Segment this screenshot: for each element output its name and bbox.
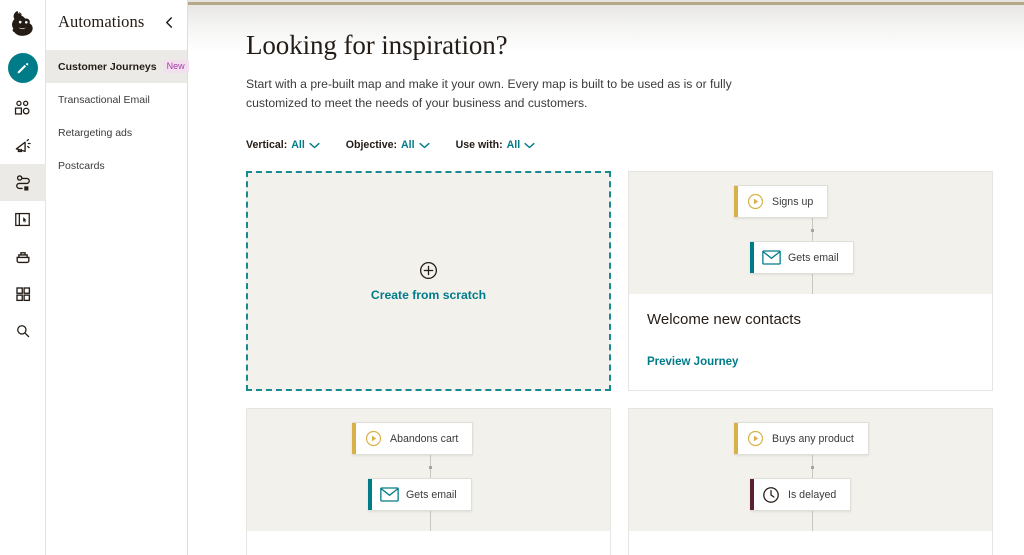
journey-preview: Abandons cart Gets email [247, 409, 610, 531]
node-accent-bar [734, 186, 738, 217]
sidebar-item-customer-journeys[interactable]: Customer Journeys New [46, 50, 189, 83]
preview-journey-link[interactable]: Preview Journey [647, 356, 738, 368]
sidebar-item-label: Retargeting ads [58, 126, 133, 139]
journey-card-buys-any-product[interactable]: Buys any product Is delayed [628, 408, 993, 555]
journey-card-grid: Create from scratch Signs up Gets email … [246, 171, 993, 555]
filter-label: Objective: [345, 139, 398, 151]
sidebar-item-postcards[interactable]: Postcards [46, 149, 187, 182]
journey-card-body [247, 531, 610, 555]
mailchimp-freddie-logo[interactable] [0, 0, 46, 46]
filter-value: All [401, 139, 415, 151]
play-circle-icon [744, 430, 766, 447]
node-label: Abandons cart [390, 432, 459, 445]
node-label: Gets email [406, 488, 457, 501]
search-icon[interactable] [0, 312, 46, 349]
journey-node-action[interactable]: Gets email [750, 241, 854, 274]
journey-card-welcome-new-contacts[interactable]: Signs up Gets email Welcome new contacts… [628, 171, 993, 391]
automations-icon[interactable] [0, 164, 46, 201]
flow-connector-dot [811, 229, 814, 232]
node-label: Buys any product [772, 432, 854, 445]
filter-objective[interactable]: Objective: All [346, 139, 430, 151]
create-pencil-circle [7, 53, 38, 83]
node-accent-bar [352, 423, 356, 454]
node-label: Is delayed [788, 488, 837, 501]
apps-grid-icon[interactable] [0, 275, 46, 312]
chevron-down-icon [524, 142, 535, 149]
journey-node-trigger[interactable]: Buys any product [734, 422, 869, 455]
plus-circle-icon [419, 261, 438, 280]
journey-card-body [629, 531, 992, 555]
create-pencil-icon[interactable] [0, 46, 46, 90]
node-accent-bar [734, 423, 738, 454]
filter-value: All [506, 139, 521, 151]
journey-node-trigger[interactable]: Signs up [734, 185, 829, 218]
page-subtitle: Start with a pre-built map and make it y… [246, 77, 732, 110]
sidebar-nav-list: Customer Journeys New Transactional Emai… [46, 44, 189, 182]
icon-rail [0, 0, 46, 555]
chevron-down-icon [309, 142, 320, 149]
campaigns-megaphone-icon[interactable] [0, 127, 46, 164]
filter-use-with[interactable]: Use with: All [456, 139, 536, 151]
create-from-scratch-label: Create from scratch [370, 287, 487, 302]
main-content: Looking for inspiration? Start with a pr… [188, 0, 1024, 555]
journey-card-body: Welcome new contacts Preview Journey [629, 294, 992, 390]
journey-card-title: Welcome new contacts [647, 311, 801, 328]
automations-sidebar: Automations Customer Journeys New Transa… [46, 0, 189, 555]
chevron-left-icon[interactable] [161, 14, 177, 30]
envelope-icon [378, 487, 400, 502]
journey-flow: Signs up Gets email [629, 172, 992, 294]
sidebar-item-label: Transactional Email [58, 93, 150, 106]
sidebar-item-label: Postcards [58, 159, 105, 172]
filter-label: Vertical: [246, 139, 288, 151]
status-badge: New [162, 60, 189, 73]
flow-connector-dot [811, 466, 814, 469]
envelope-icon [760, 250, 782, 265]
node-label: Gets email [788, 251, 839, 264]
node-label: Signs up [772, 195, 814, 208]
audience-icon[interactable] [0, 90, 46, 127]
node-accent-bar [750, 242, 754, 273]
website-icon[interactable] [0, 201, 46, 238]
flow-connector-dot [429, 466, 432, 469]
sidebar-item-retargeting-ads[interactable]: Retargeting ads [46, 116, 187, 149]
sidebar-header: Automations [46, 0, 187, 44]
journey-node-action[interactable]: Gets email [368, 478, 472, 511]
sidebar-item-transactional-email[interactable]: Transactional Email [46, 83, 187, 116]
sidebar-title: Automations [58, 12, 145, 31]
play-circle-icon [744, 193, 766, 210]
filter-bar: Vertical: All Objective: All Use with: A… [246, 139, 993, 151]
clock-icon [760, 486, 782, 504]
journey-flow: Abandons cart Gets email [247, 409, 610, 531]
journey-card-abandoned-cart[interactable]: Abandons cart Gets email [246, 408, 611, 555]
chevron-down-icon [418, 142, 430, 149]
create-from-scratch-card[interactable]: Create from scratch [246, 171, 611, 391]
node-accent-bar [750, 479, 754, 510]
journey-node-trigger[interactable]: Abandons cart [352, 422, 474, 455]
page-title: Looking for inspiration? [246, 30, 508, 60]
journey-preview: Buys any product Is delayed [629, 409, 992, 531]
sidebar-item-label: Customer Journeys [58, 60, 157, 73]
journey-preview: Signs up Gets email [629, 172, 992, 294]
app-root: Automations Customer Journeys New Transa… [0, 0, 1024, 555]
journey-flow: Buys any product Is delayed [629, 409, 992, 531]
filter-label: Use with: [455, 139, 503, 151]
content-studio-icon[interactable] [0, 238, 46, 275]
node-accent-bar [368, 479, 372, 510]
filter-vertical[interactable]: Vertical: All [246, 139, 320, 151]
play-circle-icon [362, 430, 384, 447]
filter-value: All [291, 139, 305, 151]
journey-node-action[interactable]: Is delayed [750, 478, 852, 511]
